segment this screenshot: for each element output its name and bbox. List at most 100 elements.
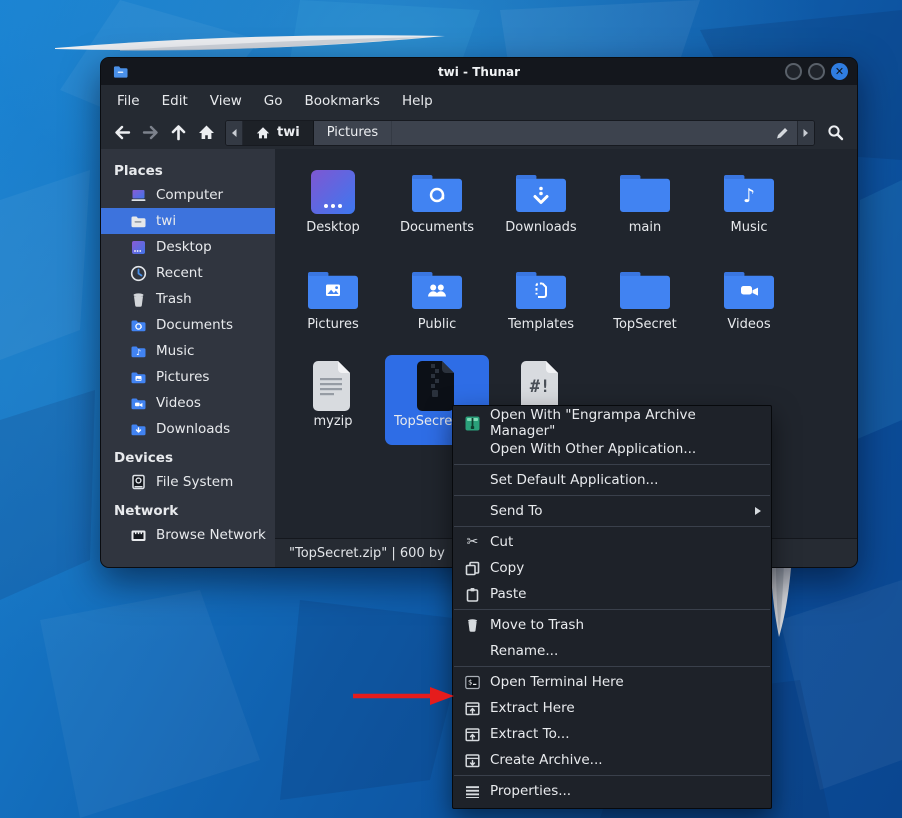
trash-icon xyxy=(464,617,481,634)
menu-item-open-with-engrampa[interactable]: Open With "Engrampa Archive Manager" xyxy=(453,410,771,436)
sidebar-item-computer[interactable]: Computer xyxy=(101,182,275,208)
sidebar-item-label: Desktop xyxy=(156,239,212,255)
scissors-icon: ✂ xyxy=(464,534,481,551)
sidebar-item-pictures[interactable]: Pictures xyxy=(101,364,275,390)
menu-help[interactable]: Help xyxy=(391,89,444,113)
file-pictures[interactable]: Pictures xyxy=(281,258,385,355)
sidebar-item-desktop[interactable]: Desktop xyxy=(101,234,275,260)
sidebar-item-twi[interactable]: twi xyxy=(101,208,275,234)
no-icon xyxy=(464,503,481,520)
svg-text:$: $ xyxy=(468,678,472,686)
folder-people-icon xyxy=(410,263,464,315)
sidebar-item-browse-network[interactable]: Browse Network xyxy=(101,522,275,548)
menu-item-label: Extract To... xyxy=(490,726,570,742)
file-public[interactable]: Public xyxy=(385,258,489,355)
folder-download-icon xyxy=(514,166,568,218)
menu-file[interactable]: File xyxy=(106,89,151,113)
file-main[interactable]: main xyxy=(593,161,697,258)
menu-item-extract-here[interactable]: Extract Here xyxy=(453,695,771,721)
file-label: myzip xyxy=(313,414,352,429)
menu-item-extract-to[interactable]: Extract To... xyxy=(453,721,771,747)
folder-video-icon xyxy=(722,263,776,315)
search-button[interactable] xyxy=(822,120,849,146)
window-title: twi - Thunar xyxy=(101,65,857,79)
path-scroll-right-button[interactable] xyxy=(797,121,814,145)
computer-icon xyxy=(130,187,147,204)
home-icon xyxy=(256,126,270,140)
clipboard-icon xyxy=(464,586,481,603)
archive-extract-icon xyxy=(464,700,481,717)
sidebar-item-downloads[interactable]: Downloads xyxy=(101,416,275,442)
titlebar[interactable]: twi - Thunar ✕ xyxy=(101,58,857,85)
menu-item-create-archive[interactable]: Create Archive... xyxy=(453,747,771,773)
file-music[interactable]: ♪ Music xyxy=(697,161,801,258)
up-button[interactable] xyxy=(165,120,192,146)
path-empty-area[interactable] xyxy=(392,121,767,145)
menu-item-paste[interactable]: Paste xyxy=(453,581,771,607)
file-label: Desktop xyxy=(306,220,360,235)
sidebar-item-label: Music xyxy=(156,343,194,359)
close-button[interactable]: ✕ xyxy=(831,63,848,80)
menu-item-open-terminal-here[interactable]: $ Open Terminal Here xyxy=(453,669,771,695)
menu-item-label: Copy xyxy=(490,560,524,576)
file-topsecret-folder[interactable]: TopSecret xyxy=(593,258,697,355)
menu-item-label: Move to Trash xyxy=(490,617,584,633)
sidebar-item-label: Documents xyxy=(156,317,233,333)
sidebar-item-label: twi xyxy=(156,213,176,229)
menu-item-send-to[interactable]: Send To xyxy=(453,498,771,524)
path-button-twi[interactable]: twi xyxy=(243,121,314,145)
menu-item-cut[interactable]: ✂ Cut xyxy=(453,529,771,555)
clock-icon xyxy=(130,265,147,282)
maximize-button[interactable] xyxy=(808,63,825,80)
file-label: main xyxy=(629,220,661,235)
back-button[interactable] xyxy=(109,120,136,146)
file-desktop[interactable]: Desktop xyxy=(281,161,385,258)
sidebar-header-devices: Devices xyxy=(101,445,275,469)
file-downloads[interactable]: Downloads xyxy=(489,161,593,258)
file-label: Videos xyxy=(727,317,770,332)
menu-separator xyxy=(454,666,770,667)
menu-item-label: Rename... xyxy=(490,643,558,659)
menu-item-rename[interactable]: Rename... xyxy=(453,638,771,664)
folder-paperclip-icon xyxy=(410,166,464,218)
sidebar-item-label: Videos xyxy=(156,395,201,411)
menu-go[interactable]: Go xyxy=(253,89,294,113)
minimize-button[interactable] xyxy=(785,63,802,80)
folder-documents-icon xyxy=(130,317,147,334)
menu-item-properties[interactable]: Properties... xyxy=(453,778,771,804)
file-label: Documents xyxy=(400,220,474,235)
menu-view[interactable]: View xyxy=(199,89,253,113)
sidebar-item-recent[interactable]: Recent xyxy=(101,260,275,286)
forward-button[interactable] xyxy=(137,120,164,146)
sidebar-item-file-system[interactable]: File System xyxy=(101,469,275,495)
path-button-pictures[interactable]: Pictures xyxy=(314,121,392,145)
menu-item-open-with-other[interactable]: Open With Other Application... xyxy=(453,436,771,462)
file-templates[interactable]: Templates xyxy=(489,258,593,355)
file-videos[interactable]: Videos xyxy=(697,258,801,355)
menu-item-label: Paste xyxy=(490,586,526,602)
file-myzip[interactable]: myzip xyxy=(281,355,385,452)
folder-image-icon xyxy=(306,263,360,315)
menu-edit[interactable]: Edit xyxy=(151,89,199,113)
folder-music-icon: ♪ xyxy=(722,166,776,218)
desktop-tile-icon xyxy=(309,166,357,218)
sidebar-item-trash[interactable]: Trash xyxy=(101,286,275,312)
menu-bookmarks[interactable]: Bookmarks xyxy=(294,89,391,113)
desktop-icon xyxy=(130,239,147,256)
sidebar-item-videos[interactable]: Videos xyxy=(101,390,275,416)
sidebar-item-music[interactable]: ♪ Music xyxy=(101,338,275,364)
home-button[interactable] xyxy=(193,120,220,146)
path-edit-button[interactable] xyxy=(767,121,797,145)
menu-item-label: Open Terminal Here xyxy=(490,674,624,690)
menu-item-move-to-trash[interactable]: Move to Trash xyxy=(453,612,771,638)
menu-item-copy[interactable]: Copy xyxy=(453,555,771,581)
menu-item-label: Properties... xyxy=(490,783,571,799)
sidebar-item-documents[interactable]: Documents xyxy=(101,312,275,338)
menu-item-set-default-application[interactable]: Set Default Application... xyxy=(453,467,771,493)
menu-separator xyxy=(454,609,770,610)
svg-text:♪: ♪ xyxy=(136,348,141,357)
path-scroll-left-button[interactable] xyxy=(226,121,243,145)
sidebar-item-label: Browse Network xyxy=(156,527,266,543)
menu-separator xyxy=(454,464,770,465)
file-documents[interactable]: Documents xyxy=(385,161,489,258)
